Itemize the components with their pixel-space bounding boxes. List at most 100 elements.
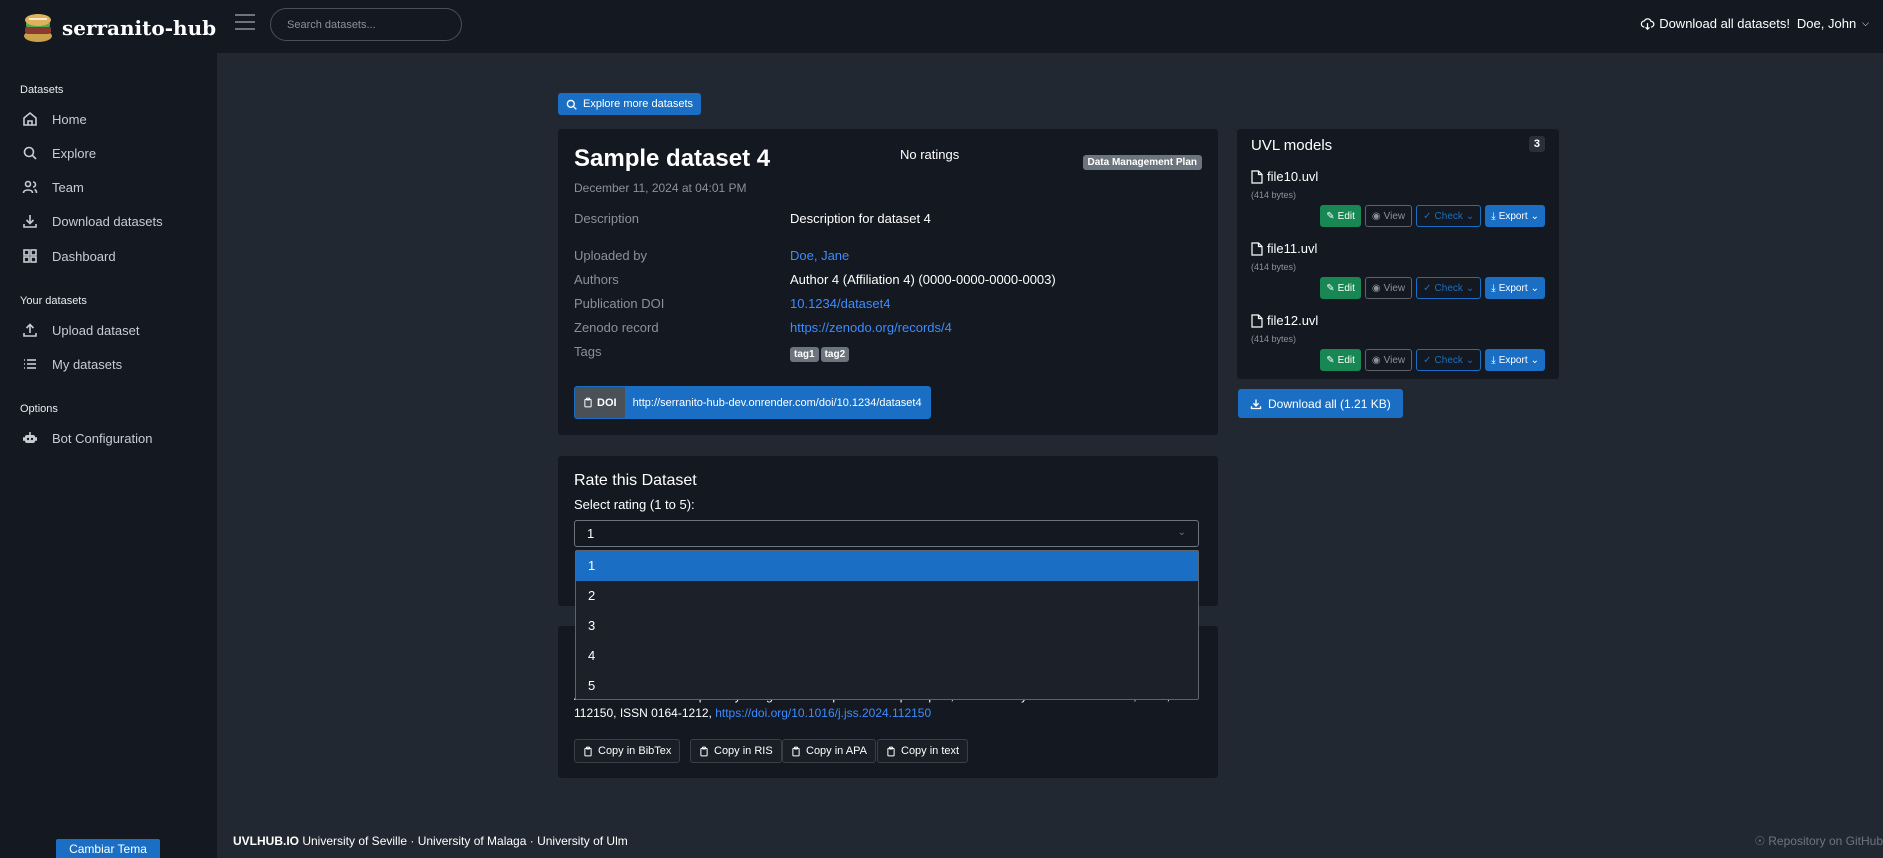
- row-label: Zenodo record: [574, 320, 659, 335]
- clipboard-icon: [887, 746, 895, 756]
- rating-option[interactable]: 1: [576, 551, 1198, 581]
- file-icon: [1251, 169, 1263, 184]
- citation-doi-link[interactable]: https://doi.org/10.1016/j.jss.2024.11215…: [715, 706, 931, 720]
- eye-icon: ◉: [1371, 354, 1381, 366]
- check-icon: ✓: [1423, 210, 1432, 222]
- grid-icon: [23, 249, 37, 263]
- edit-button[interactable]: ✎ Edit: [1320, 205, 1361, 227]
- uvl-models-title: UVL models: [1251, 137, 1333, 154]
- check-dropdown-button[interactable]: ✓ Check ⌄: [1416, 349, 1482, 371]
- download-all-models-button[interactable]: Download all (1.21 KB): [1238, 389, 1403, 418]
- sidebar-item-team[interactable]: Team: [22, 179, 84, 195]
- sidebar-item-label: Upload dataset: [52, 322, 140, 338]
- view-button[interactable]: ◉ View: [1364, 277, 1413, 299]
- user-name: Doe, John: [1796, 16, 1857, 31]
- sidebar-item-my-datasets[interactable]: My datasets: [22, 356, 122, 372]
- export-dropdown-button[interactable]: ⤓ Export ⌄: [1485, 277, 1545, 299]
- edit-button[interactable]: ✎ Edit: [1320, 277, 1361, 299]
- edit-icon: ✎: [1326, 282, 1335, 294]
- rating-option[interactable]: 2: [576, 581, 1198, 611]
- file-icon: [1251, 241, 1263, 256]
- rating-select-value: 1: [587, 526, 595, 541]
- export-dropdown-button[interactable]: ⤓ Export ⌄: [1485, 205, 1545, 227]
- sidebar-item-bot-configuration[interactable]: Bot Configuration: [22, 430, 152, 446]
- download-icon: ⤓: [1491, 354, 1496, 366]
- footer-brand: UVLHUB.IO: [233, 834, 299, 848]
- uvl-file-name: file10.uvl: [1251, 169, 1318, 184]
- row-label: Uploaded by: [574, 248, 647, 263]
- uvl-file-name: file11.uvl: [1251, 241, 1317, 256]
- copy-apa-button[interactable]: Copy in APA: [782, 739, 876, 763]
- dataset-title: Sample dataset 4: [574, 145, 771, 172]
- cloud-download-icon: [1641, 17, 1655, 30]
- rating-select[interactable]: 1 ⌄: [574, 520, 1199, 547]
- sidebar-item-upload-dataset[interactable]: Upload dataset: [22, 322, 139, 338]
- check-dropdown-button[interactable]: ✓ Check ⌄: [1416, 205, 1482, 227]
- explore-more-label: Explore more datasets: [583, 98, 694, 110]
- brand[interactable]: serranito-hub: [20, 10, 216, 46]
- dmp-badge[interactable]: Data Management Plan: [1082, 155, 1202, 170]
- tag-badge[interactable]: tag1: [790, 347, 819, 362]
- view-button[interactable]: ◉ View: [1364, 349, 1413, 371]
- rating-option[interactable]: 4: [576, 641, 1198, 671]
- authors-value: Author 4 (Affiliation 4) (0000-0000-0000…: [790, 272, 1056, 287]
- zenodo-record-link[interactable]: https://zenodo.org/records/4: [790, 320, 952, 335]
- copy-bibtex-button[interactable]: Copy in BibTex: [574, 739, 681, 763]
- doi-copy-box[interactable]: DOI http://serranito-hub-dev.onrender.co…: [574, 386, 931, 419]
- user-menu[interactable]: Doe, John ⌵: [1797, 16, 1869, 31]
- uvl-file-size: (414 bytes): [1251, 334, 1297, 344]
- menu-toggle-icon[interactable]: [235, 14, 255, 32]
- publication-doi-link[interactable]: 10.1234/dataset4: [790, 296, 890, 311]
- list-icon: [24, 359, 36, 369]
- uvl-file-actions: ✎ Edit ◉ View ✓ Check ⌄ ⤓ Export ⌄: [1320, 349, 1545, 371]
- rating-option[interactable]: 3: [576, 611, 1198, 641]
- clipboard-icon: [584, 397, 592, 408]
- brand-logo-icon: [20, 10, 56, 46]
- download-all-datasets-link[interactable]: Download all datasets!: [1640, 16, 1790, 31]
- download-icon: ⤓: [1491, 210, 1496, 222]
- section-datasets: Datasets: [20, 84, 64, 96]
- search-icon: [566, 99, 577, 110]
- copy-ris-button[interactable]: Copy in RIS: [690, 739, 782, 763]
- sidebar-item-label: Team: [52, 179, 84, 195]
- check-dropdown-button[interactable]: ✓ Check ⌄: [1416, 277, 1482, 299]
- search-input[interactable]: [270, 8, 462, 41]
- explore-more-datasets-button[interactable]: Explore more datasets: [558, 93, 702, 115]
- rating-option[interactable]: 5: [576, 671, 1198, 701]
- view-button[interactable]: ◉ View: [1364, 205, 1413, 227]
- sidebar-item-explore[interactable]: Explore: [22, 145, 96, 161]
- uploader-link[interactable]: Doe, Jane: [790, 248, 849, 263]
- chevron-down-icon: ⌄: [1530, 210, 1539, 222]
- doi-label[interactable]: DOI: [575, 387, 625, 418]
- sidebar-item-home[interactable]: Home: [22, 111, 87, 127]
- github-repo-link[interactable]: ☉ Repository on GitHub: [1755, 834, 1883, 848]
- chevron-down-icon: ⌵: [1862, 18, 1869, 28]
- theme-toggle-button[interactable]: Cambiar Tema: [56, 839, 160, 858]
- brand-name: serranito-hub: [62, 16, 217, 40]
- tag-badge[interactable]: tag2: [820, 347, 850, 362]
- chevron-down-icon: ⌄: [1530, 282, 1539, 294]
- edit-icon: ✎: [1326, 210, 1335, 222]
- home-icon: [23, 111, 37, 126]
- footer: UVLHUB.IO University of Seville · Univer…: [233, 834, 628, 848]
- sidebar-item-label: Bot Configuration: [52, 430, 153, 446]
- edit-button[interactable]: ✎ Edit: [1320, 349, 1361, 371]
- export-dropdown-button[interactable]: ⤓ Export ⌄: [1485, 349, 1545, 371]
- search-icon: [23, 146, 37, 160]
- uvl-file-actions: ✎ Edit ◉ View ✓ Check ⌄ ⤓ Export ⌄: [1320, 205, 1545, 227]
- rate-title: Rate this Dataset: [574, 472, 697, 489]
- uvl-count-badge: 3: [1528, 136, 1545, 152]
- uvl-file-size: (414 bytes): [1251, 262, 1297, 272]
- download-icon: [1250, 399, 1262, 409]
- sidebar: serranito-hub Datasets Home Explore Team…: [0, 0, 217, 858]
- row-label: Description: [574, 211, 640, 226]
- eye-icon: ◉: [1371, 282, 1381, 294]
- doi-url[interactable]: http://serranito-hub-dev.onrender.com/do…: [624, 387, 930, 418]
- tags-list: tag1 tag2: [790, 345, 851, 362]
- copy-text-button[interactable]: Copy in text: [877, 739, 969, 763]
- sidebar-item-download-datasets[interactable]: Download datasets: [22, 213, 163, 229]
- uvl-file-name: file12.uvl: [1251, 313, 1318, 328]
- sidebar-item-dashboard[interactable]: Dashboard: [22, 248, 116, 264]
- clipboard-icon: [700, 746, 708, 756]
- chevron-down-icon: ⌄: [1465, 354, 1475, 366]
